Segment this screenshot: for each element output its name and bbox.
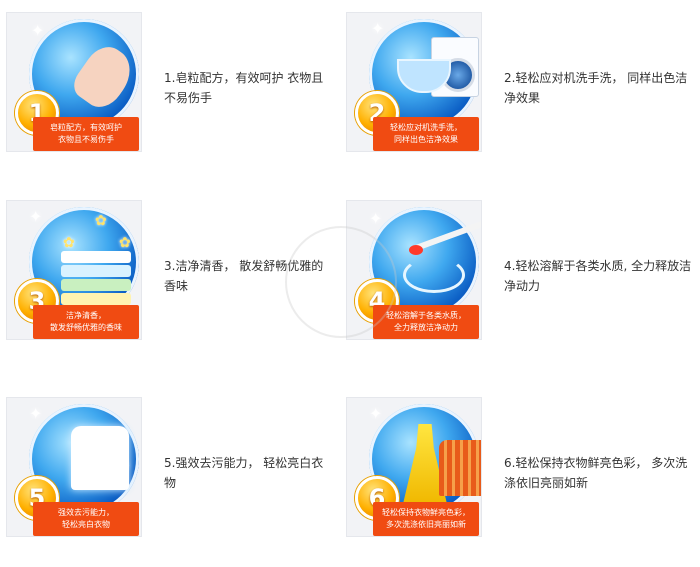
flower-icon: ✿	[95, 213, 107, 229]
feature-2: ✦ 2 轻松应对机洗手洗， 同样出色洁净效果 2.轻松应对机洗手洗， 同样出色洁…	[340, 12, 690, 162]
sparkle-icon: ✦	[371, 19, 385, 38]
feature-caption: 皂粒配方，有效呵护 衣物且不易伤手	[33, 117, 139, 151]
feature-caption: 洁净清香， 散发舒畅优雅的香味	[33, 305, 139, 339]
feature-description: 3.洁净清香， 散发舒畅优雅的 香味	[164, 256, 324, 296]
sparkle-icon: ✦	[369, 404, 383, 423]
feature-5: ✦ ✦ 5 强效去污能力， 轻松亮白衣物 5.强效去污能力， 轻松亮白衣 物	[0, 397, 350, 547]
caption-line: 衣物且不易伤手	[58, 135, 114, 144]
striped-shirt-icon	[439, 440, 481, 496]
feature-caption: 轻松保持衣物鲜亮色彩， 多次洗涤依旧亮丽如新	[373, 502, 479, 536]
feature-4: ✦ 4 轻松溶解于各类水质， 全力释放洁净动力 4.轻松溶解于各类水质, 全力释…	[340, 200, 692, 350]
caption-line: 散发舒畅优雅的香味	[50, 323, 122, 332]
sparkle-icon: ✦	[369, 209, 383, 228]
feature-3-image: ✿ ✿ ✿ ✦ 3 洁净清香， 散发舒畅优雅的香味	[6, 200, 142, 340]
sparkle-icon: ✦	[29, 207, 43, 226]
feature-1-image: ✦ 1 皂粒配方，有效呵护 衣物且不易伤手	[6, 12, 142, 152]
flower-icon: ✿	[63, 235, 75, 251]
caption-line: 多次洗涤依旧亮丽如新	[386, 520, 466, 529]
description-line: 涤依旧亮丽如新	[504, 476, 589, 490]
caption-line: 皂粒配方，有效呵护	[50, 123, 122, 132]
feature-description: 5.强效去污能力， 轻松亮白衣 物	[164, 453, 324, 493]
flower-icon: ✿	[119, 235, 131, 251]
sparkle-icon: ✦	[117, 456, 131, 475]
water-swirl-icon	[403, 257, 465, 293]
description-line: 净动力	[504, 279, 541, 293]
caption-line: 强效去污能力，	[58, 508, 114, 517]
description-line: 3.洁净清香， 散发舒畅优雅的	[164, 259, 324, 273]
detergent-powder-icon	[409, 245, 423, 255]
caption-line: 轻松溶解于各类水质，	[386, 311, 466, 320]
description-line: 净效果	[504, 91, 541, 105]
description-line: 2.轻松应对机洗手洗， 同样出色洁	[504, 71, 688, 85]
feature-description: 6.轻松保持衣物鲜亮色彩， 多次洗 涤依旧亮丽如新	[504, 453, 688, 493]
feature-6-image: ✦ 6 轻松保持衣物鲜亮色彩， 多次洗涤依旧亮丽如新	[346, 397, 482, 537]
caption-line: 轻松亮白衣物	[62, 520, 110, 529]
feature-description: 1.皂粒配方，有效呵护 衣物且 不易伤手	[164, 68, 324, 108]
caption-line: 同样出色洁净效果	[394, 135, 458, 144]
feature-4-image: ✦ 4 轻松溶解于各类水质， 全力释放洁净动力	[346, 200, 482, 340]
caption-line: 全力释放洁净动力	[394, 323, 458, 332]
feature-1: ✦ 1 皂粒配方，有效呵护 衣物且不易伤手 1.皂粒配方，有效呵护 衣物且 不易…	[0, 12, 350, 162]
feature-6: ✦ 6 轻松保持衣物鲜亮色彩， 多次洗涤依旧亮丽如新 6.轻松保持衣物鲜亮色彩，…	[340, 397, 690, 547]
caption-line: 轻松保持衣物鲜亮色彩，	[382, 508, 470, 517]
description-line: 4.轻松溶解于各类水质, 全力释放洁	[504, 259, 692, 273]
feature-caption: 轻松应对机洗手洗， 同样出色洁净效果	[373, 117, 479, 151]
description-line: 6.轻松保持衣物鲜亮色彩， 多次洗	[504, 456, 688, 470]
caption-line: 轻松应对机洗手洗，	[390, 123, 462, 132]
feature-description: 2.轻松应对机洗手洗， 同样出色洁 净效果	[504, 68, 688, 108]
feature-caption: 强效去污能力， 轻松亮白衣物	[33, 502, 139, 536]
sparkle-icon: ✦	[31, 21, 45, 40]
hand-icon	[67, 39, 141, 115]
feature-3: ✿ ✿ ✿ ✦ 3 洁净清香， 散发舒畅优雅的香味 3.洁净清香， 散发舒畅优雅…	[0, 200, 350, 350]
caption-line: 洁净清香，	[66, 311, 106, 320]
description-line: 不易伤手	[164, 91, 213, 105]
description-line: 1.皂粒配方，有效呵护 衣物且	[164, 71, 324, 85]
description-line: 物	[164, 476, 177, 490]
description-line: 香味	[164, 279, 189, 293]
feature-5-image: ✦ ✦ 5 强效去污能力， 轻松亮白衣物	[6, 397, 142, 537]
description-line: 5.强效去污能力， 轻松亮白衣	[164, 456, 324, 470]
feature-description: 4.轻松溶解于各类水质, 全力释放洁 净动力	[504, 256, 692, 296]
feature-caption: 轻松溶解于各类水质， 全力释放洁净动力	[373, 305, 479, 339]
folded-towels-icon	[61, 249, 131, 305]
sparkle-icon: ✦	[29, 404, 43, 423]
feature-2-image: ✦ 2 轻松应对机洗手洗， 同样出色洁净效果	[346, 12, 482, 152]
